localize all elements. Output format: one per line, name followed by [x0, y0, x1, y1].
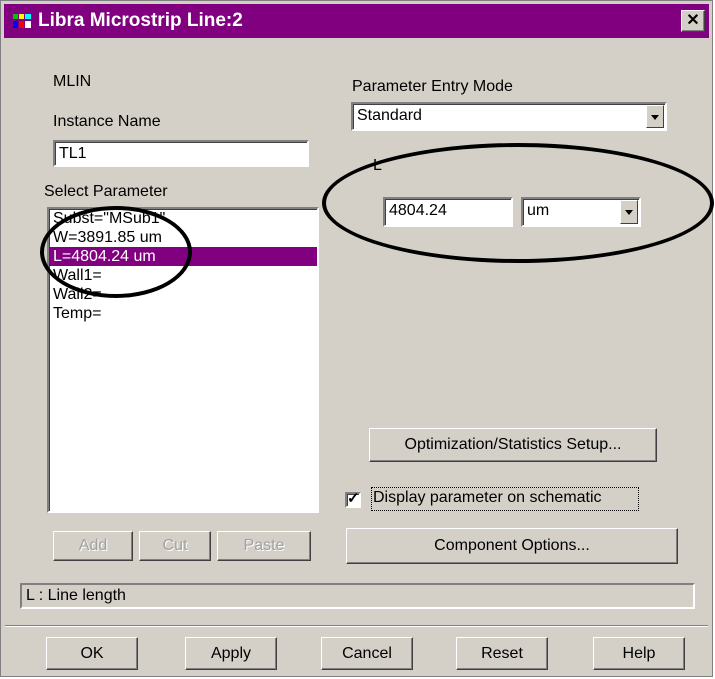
- window-title: Libra Microstrip Line:2: [38, 10, 243, 31]
- paste-button[interactable]: Paste: [217, 531, 311, 561]
- help-button[interactable]: Help: [593, 637, 685, 670]
- reset-button[interactable]: Reset: [456, 637, 548, 670]
- cancel-button[interactable]: Cancel: [321, 637, 413, 670]
- cut-button[interactable]: Cut: [139, 531, 211, 561]
- close-icon: ✕: [686, 12, 700, 29]
- libra-app-icon: [12, 12, 32, 30]
- list-item-selected[interactable]: L=4804.24 um: [49, 247, 317, 266]
- parameter-name-label: L: [373, 157, 382, 174]
- ok-button[interactable]: OK: [46, 637, 138, 670]
- close-button[interactable]: ✕: [681, 10, 705, 32]
- instance-name-value: TL1: [59, 145, 87, 162]
- chevron-down-icon[interactable]: [620, 200, 638, 224]
- instance-name-label: Instance Name: [53, 113, 161, 130]
- display-parameter-label[interactable]: Display parameter on schematic: [373, 489, 602, 507]
- list-item[interactable]: Wall2=: [49, 285, 317, 304]
- parameter-value: 4804.24: [389, 202, 447, 219]
- divider: [5, 625, 708, 627]
- apply-button[interactable]: Apply: [185, 637, 277, 670]
- optimization-setup-button[interactable]: Optimization/Statistics Setup...: [369, 428, 657, 462]
- entry-mode-label: Parameter Entry Mode: [352, 78, 513, 95]
- select-parameter-label: Select Parameter: [44, 183, 168, 200]
- parameter-list[interactable]: Subst="MSub1" W=3891.85 um L=4804.24 um …: [47, 207, 319, 513]
- component-options-button[interactable]: Component Options...: [346, 528, 678, 564]
- unit-select[interactable]: um: [521, 197, 641, 227]
- title-bar[interactable]: Libra Microstrip Line:2 ✕: [4, 4, 709, 38]
- unit-value: um: [527, 202, 550, 219]
- add-button[interactable]: Add: [53, 531, 133, 561]
- entry-mode-select[interactable]: Standard: [351, 102, 667, 131]
- parameter-value-input[interactable]: 4804.24: [383, 197, 513, 227]
- instance-name-input[interactable]: TL1: [53, 140, 309, 167]
- entry-mode-value: Standard: [357, 107, 422, 124]
- list-item[interactable]: Temp=: [49, 304, 317, 323]
- checkmark-icon: ✓: [347, 490, 360, 507]
- display-parameter-checkbox[interactable]: ✓: [345, 490, 361, 508]
- status-text: L : Line length: [26, 587, 126, 604]
- chevron-down-icon[interactable]: [646, 105, 664, 128]
- list-item[interactable]: W=3891.85 um: [49, 228, 317, 247]
- component-type-label: MLIN: [53, 73, 92, 90]
- status-bar: L : Line length: [20, 583, 695, 609]
- dialog-window: Libra Microstrip Line:2 ✕ MLIN Instance …: [0, 0, 713, 677]
- list-item[interactable]: Wall1=: [49, 266, 317, 285]
- list-item[interactable]: Subst="MSub1": [49, 209, 317, 228]
